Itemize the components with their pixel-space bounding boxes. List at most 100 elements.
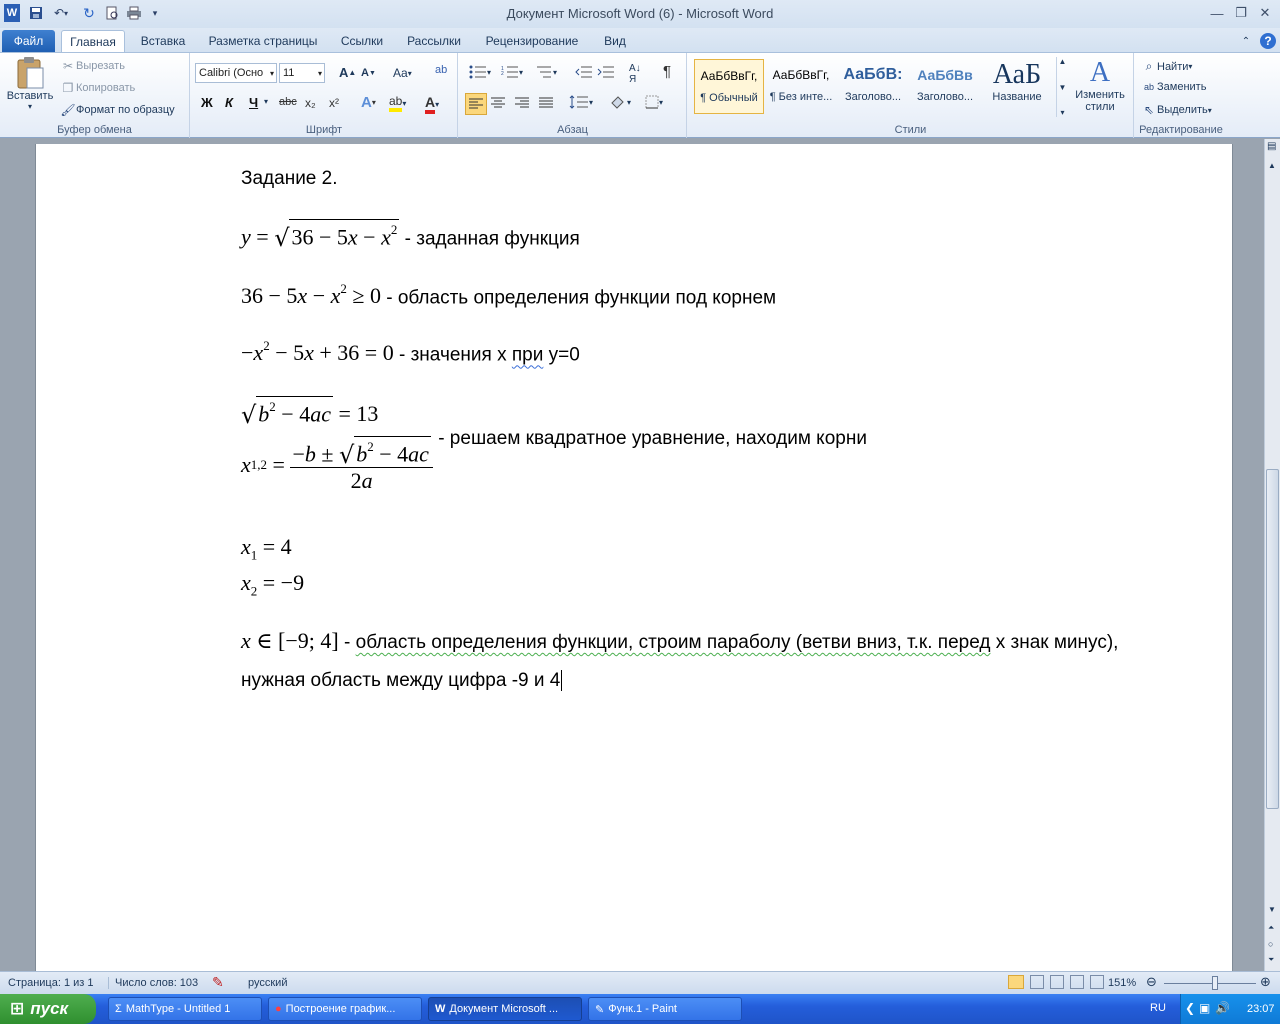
tab-review[interactable]: Рецензирование: [477, 30, 587, 52]
italic-button[interactable]: К: [225, 95, 233, 110]
select-button[interactable]: ⇖ Выделить ▾: [1141, 103, 1212, 117]
copy-button[interactable]: ❐ Копировать: [60, 81, 136, 95]
align-left-icon[interactable]: [465, 93, 487, 115]
status-page[interactable]: Страница: 1 из 1: [8, 977, 94, 989]
tab-insert[interactable]: Вставка: [133, 30, 193, 52]
web-layout-icon[interactable]: [1050, 975, 1064, 989]
minimize-ribbon-icon[interactable]: ⌃: [1238, 30, 1254, 52]
line-x1: x1 = 4: [241, 534, 292, 563]
print-layout-icon[interactable]: [1008, 975, 1024, 989]
style-heading-1[interactable]: АаБбВ: Заголово...: [838, 59, 908, 114]
decrease-indent-icon[interactable]: [575, 65, 593, 79]
zoom-out-icon[interactable]: ⊖: [1146, 974, 1157, 990]
font-name-combo[interactable]: Calibri (Осно ▾: [195, 63, 277, 83]
paste-button[interactable]: Вставить ▾: [7, 56, 53, 111]
task-opera[interactable]: ● Построение график...: [268, 997, 422, 1021]
task-mathtype[interactable]: Σ MathType - Untitled 1: [108, 997, 262, 1021]
line-interval: x ∈ [−9; 4] - область определения функци…: [241, 628, 1118, 654]
zoom-slider-thumb[interactable]: [1212, 976, 1218, 990]
close-icon[interactable]: ✕: [1254, 4, 1276, 22]
line-conclusion: нужная область между цифра -9 и 4: [241, 670, 568, 692]
change-styles-label: Изменить стили: [1075, 89, 1125, 113]
tab-view[interactable]: Вид: [597, 30, 633, 52]
zoom-in-icon[interactable]: ⊕: [1260, 974, 1271, 990]
strikethrough-button[interactable]: abc: [279, 96, 297, 108]
tab-page-layout[interactable]: Разметка страницы: [202, 30, 324, 52]
ruler-toggle-icon[interactable]: ▤: [1267, 141, 1276, 152]
zoom-level[interactable]: 151%: [1108, 977, 1136, 989]
outline-icon[interactable]: [1070, 975, 1084, 989]
next-page-icon[interactable]: ⏷: [1268, 955, 1274, 965]
style-title-preview: АаБ: [992, 59, 1042, 90]
vertical-scrollbar[interactable]: ▤ ▲ ▼ ⏶ ○ ⏷: [1264, 139, 1280, 971]
font-color-icon[interactable]: A ▾: [425, 94, 439, 114]
spellcheck-icon[interactable]: ✎: [212, 974, 224, 991]
font-size-combo[interactable]: 11 ▾: [279, 63, 325, 83]
minimize-icon[interactable]: —: [1206, 4, 1228, 22]
help-icon[interactable]: ?: [1258, 30, 1278, 52]
tab-file[interactable]: Файл: [2, 30, 55, 52]
text-effects-icon[interactable]: A ▾: [361, 94, 376, 111]
underline-dropdown-icon[interactable]: ▾: [264, 97, 268, 106]
styles-scroll[interactable]: ▲ ▼ ▾: [1056, 57, 1068, 117]
sort-icon[interactable]: A↓ Я: [629, 63, 641, 85]
tray-arrow-icon[interactable]: ❮: [1185, 1001, 1195, 1015]
format-painter-button[interactable]: 🖌 Формат по образцу: [60, 103, 174, 117]
shrink-font-icon[interactable]: A ▼: [361, 67, 376, 79]
style-heading-2[interactable]: АаБбВв Заголово...: [910, 59, 980, 114]
style-title[interactable]: АаБ Название: [982, 59, 1052, 114]
tab-references[interactable]: Ссылки: [333, 30, 391, 52]
tab-mailings[interactable]: Рассылки: [400, 30, 468, 52]
bold-button[interactable]: Ж: [201, 95, 213, 110]
draft-icon[interactable]: [1090, 975, 1104, 989]
find-button[interactable]: ⌕ Найти ▾: [1141, 59, 1193, 74]
shading-icon[interactable]: ▾: [609, 95, 631, 109]
clock[interactable]: 23:07: [1247, 1003, 1275, 1015]
subscript-button[interactable]: x₂: [305, 96, 316, 110]
status-language[interactable]: русский: [248, 977, 287, 989]
previous-page-icon[interactable]: ⏶: [1268, 923, 1274, 933]
restore-icon[interactable]: ❐: [1230, 4, 1252, 22]
justify-icon[interactable]: [539, 97, 553, 109]
network-icon[interactable]: ▣: [1199, 1001, 1210, 1015]
replace-button[interactable]: ab Заменить: [1141, 81, 1206, 93]
task-paint[interactable]: ✎ Функ.1 - Paint: [588, 997, 742, 1021]
cut-button[interactable]: ✂ Вырезать: [60, 59, 125, 73]
style-no-spacing[interactable]: АаБбВвГг, ¶ Без инте...: [766, 59, 836, 114]
tab-home[interactable]: Главная: [61, 30, 125, 52]
numbering-icon[interactable]: 1 2 ▾: [501, 65, 523, 79]
superscript-button[interactable]: x²: [329, 96, 339, 110]
line-spacing-icon[interactable]: ▾: [569, 95, 593, 109]
change-styles-button[interactable]: A Изменить стили: [1070, 57, 1130, 113]
zoom-slider-track[interactable]: [1164, 983, 1256, 984]
underline-button[interactable]: Ч: [249, 95, 258, 110]
scroll-thumb[interactable]: [1266, 469, 1279, 809]
task-word[interactable]: W Документ Microsoft ...: [428, 997, 582, 1021]
status-words[interactable]: Число слов: 103: [108, 977, 198, 989]
cut-label: Вырезать: [76, 60, 125, 72]
browse-object-icon[interactable]: ○: [1268, 939, 1273, 949]
document-page[interactable]: Задание 2. y = √36 − 5x − x2 - заданная …: [35, 144, 1233, 971]
grow-font-icon[interactable]: A ▲: [339, 65, 356, 80]
borders-icon[interactable]: ▾: [645, 95, 663, 109]
volume-icon[interactable]: 🔊: [1215, 1001, 1230, 1015]
align-right-icon[interactable]: [515, 97, 529, 109]
increase-indent-icon[interactable]: [597, 65, 615, 79]
select-label: Выделить: [1157, 104, 1208, 116]
scroll-up-icon[interactable]: ▲: [1268, 161, 1276, 170]
pilcrow-icon[interactable]: ¶: [663, 63, 671, 80]
highlight-icon[interactable]: ab ▾: [389, 94, 406, 112]
multilevel-list-icon[interactable]: ▾: [535, 65, 557, 79]
style-normal[interactable]: АаБбВвГг, ¶ Обычный: [694, 59, 764, 114]
language-indicator[interactable]: RU: [1150, 1002, 1166, 1014]
align-center-icon[interactable]: [491, 97, 505, 109]
scroll-down-icon[interactable]: ▼: [1268, 905, 1276, 914]
full-screen-reading-icon[interactable]: [1030, 975, 1044, 989]
replace-label: Заменить: [1157, 81, 1207, 93]
text-domain: - область определения функции под корнем: [386, 287, 777, 309]
start-button[interactable]: ⊞ пуск: [0, 994, 96, 1024]
bullets-icon[interactable]: ▾: [469, 65, 491, 79]
line-domain: 36 − 5x − x2 ≥ 0 - область определения ф…: [241, 281, 777, 309]
change-case-button[interactable]: Aa ▾: [393, 66, 412, 80]
clear-formatting-icon[interactable]: ab: [435, 64, 447, 76]
